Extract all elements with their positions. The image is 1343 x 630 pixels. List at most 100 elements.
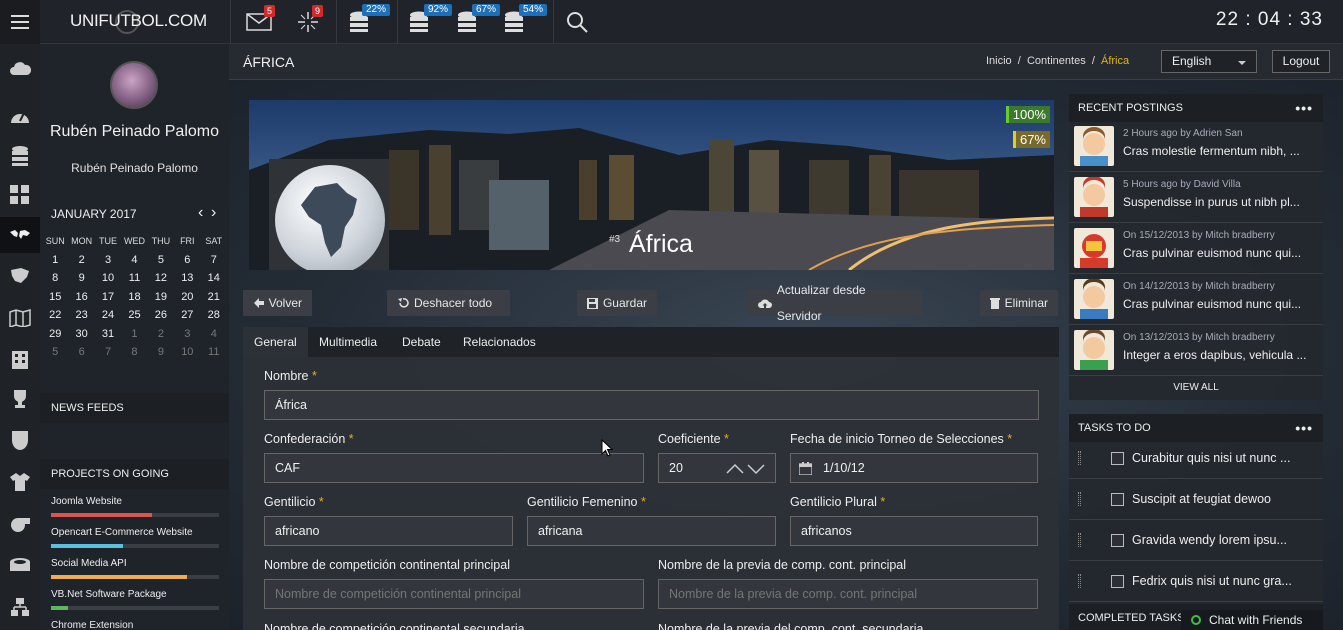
save-button[interactable]: Guardar <box>577 290 657 316</box>
project-item[interactable]: Chrome Extension <box>51 619 219 630</box>
name-input[interactable] <box>264 390 1039 420</box>
chat-with-friends-button[interactable]: Chat with Friends <box>1181 610 1323 630</box>
drag-handle-icon[interactable] <box>1078 533 1081 547</box>
calendar-day[interactable]: 26 <box>148 306 174 325</box>
tab-debate[interactable]: Debate <box>391 327 452 357</box>
calendar-day[interactable]: 6 <box>68 343 94 362</box>
calendar-day[interactable]: 15 <box>42 288 68 307</box>
rail-grid[interactable] <box>0 177 40 213</box>
back-button[interactable]: Volver <box>243 290 312 316</box>
calendar-day[interactable]: 24 <box>95 306 121 325</box>
calendar-day[interactable]: 11 <box>201 343 227 362</box>
project-item[interactable]: VB.Net Software Package <box>51 588 219 610</box>
breadcrumb-home[interactable]: Inicio <box>986 55 1012 67</box>
rail-shirt[interactable] <box>0 464 40 500</box>
calendar-day[interactable]: 1 <box>42 251 68 270</box>
calendar-day[interactable]: 20 <box>174 288 200 307</box>
database-stat-4[interactable]: 54% <box>499 4 548 36</box>
database-stat-1[interactable]: 22% <box>344 4 391 36</box>
rail-trophy[interactable] <box>0 381 40 417</box>
project-item[interactable]: Social Media API <box>51 557 219 579</box>
task-checkbox[interactable] <box>1111 452 1124 465</box>
news-feeds-header[interactable]: NEWS FEEDS <box>40 393 229 423</box>
rail-shield[interactable] <box>0 422 40 458</box>
rail-map[interactable] <box>0 300 40 336</box>
calendar-day[interactable]: 22 <box>42 306 68 325</box>
demonym-female-input[interactable] <box>527 516 776 546</box>
language-select[interactable]: English <box>1161 50 1257 73</box>
stepper-arrows-icon[interactable] <box>726 463 766 475</box>
posting-item[interactable]: 2 Hours ago by Adrien San Cras molestie … <box>1069 121 1323 172</box>
calendar-day[interactable]: 3 <box>174 325 200 344</box>
task-checkbox[interactable] <box>1111 575 1124 588</box>
calendar-day[interactable]: 9 <box>68 269 94 288</box>
calendar-day[interactable]: 10 <box>174 343 200 362</box>
drag-handle-icon[interactable] <box>1078 492 1081 506</box>
task-checkbox[interactable] <box>1111 493 1124 506</box>
calendar-day[interactable]: 31 <box>95 325 121 344</box>
rail-dashboard[interactable] <box>0 97 40 133</box>
rail-building[interactable] <box>0 340 40 376</box>
calendar-day[interactable]: 2 <box>148 325 174 344</box>
calendar-next-icon[interactable]: › <box>211 204 216 222</box>
main-preview-input[interactable] <box>658 579 1038 609</box>
task-checkbox[interactable] <box>1111 534 1124 547</box>
calendar-day[interactable]: 19 <box>148 288 174 307</box>
calendar-day[interactable]: 2 <box>68 251 94 270</box>
calendar-day[interactable]: 25 <box>121 306 147 325</box>
demonym-plural-input[interactable] <box>790 516 1038 546</box>
project-item[interactable]: Opencart E-Commerce Website <box>51 526 219 548</box>
calendar-day[interactable]: 18 <box>121 288 147 307</box>
drag-handle-icon[interactable] <box>1078 451 1081 465</box>
site-logo[interactable]: UNIFUTBOL.COM <box>70 11 207 31</box>
calendar-day[interactable]: 1 <box>121 325 147 344</box>
calendar-day[interactable]: 13 <box>174 269 200 288</box>
user-avatar[interactable] <box>110 61 158 109</box>
calendar-day[interactable]: 4 <box>201 325 227 344</box>
start-date-input[interactable]: 1/10/12 <box>790 453 1038 483</box>
rail-whistle[interactable] <box>0 506 40 542</box>
database-stat-3[interactable]: 67% <box>452 4 501 36</box>
tab-related[interactable]: Relacionados <box>452 327 547 357</box>
calendar-day[interactable]: 7 <box>95 343 121 362</box>
calendar-prev-icon[interactable]: ‹ <box>198 204 203 222</box>
projects-header[interactable]: PROJECTS ON GOING <box>40 459 229 489</box>
calendar-day[interactable]: 8 <box>121 343 147 362</box>
rail-world[interactable] <box>0 217 40 253</box>
delete-button[interactable]: Eliminar <box>980 290 1058 316</box>
drag-handle-icon[interactable] <box>1078 574 1081 588</box>
rail-network[interactable] <box>0 589 40 625</box>
alerts-button[interactable]: 9 <box>293 5 324 36</box>
calendar-day[interactable]: 7 <box>201 251 227 270</box>
tab-multimedia[interactable]: Multimedia <box>308 327 388 357</box>
calendar-day[interactable]: 14 <box>201 269 227 288</box>
view-all-link[interactable]: VIEW ALL <box>1069 382 1323 393</box>
calendar-day[interactable]: 27 <box>174 306 200 325</box>
messages-button[interactable]: 5 <box>244 5 276 36</box>
calendar-day[interactable]: 23 <box>68 306 94 325</box>
calendar-day[interactable]: 5 <box>148 251 174 270</box>
database-stat-2[interactable]: 92% <box>404 4 453 36</box>
tab-general[interactable]: General <box>243 327 308 357</box>
menu-toggle[interactable] <box>0 0 40 44</box>
search-button[interactable] <box>562 8 592 36</box>
calendar-day[interactable]: 12 <box>148 269 174 288</box>
posting-item[interactable]: 5 Hours ago by David Villa Suspendisse i… <box>1069 172 1323 223</box>
breadcrumb-continents[interactable]: Continentes <box>1027 55 1086 67</box>
confederation-input[interactable] <box>264 453 644 483</box>
posting-item[interactable]: On 15/12/2013 by Mitch bradberry Cras pu… <box>1069 223 1323 274</box>
calendar-day[interactable]: 8 <box>42 269 68 288</box>
calendar-day[interactable]: 21 <box>201 288 227 307</box>
logout-button[interactable]: Logout <box>1272 50 1330 73</box>
rail-stadium[interactable] <box>0 547 40 583</box>
calendar-day[interactable]: 29 <box>42 325 68 344</box>
calendar-day[interactable]: 30 <box>68 325 94 344</box>
more-options-icon[interactable]: ••• <box>1295 94 1313 122</box>
calendar-day[interactable]: 5 <box>42 343 68 362</box>
main-competition-input[interactable] <box>264 579 644 609</box>
rail-cloud[interactable] <box>0 50 40 86</box>
posting-item[interactable]: On 14/12/2013 by Mitch bradberry Cras pu… <box>1069 274 1323 325</box>
undo-all-button[interactable]: Deshacer todo <box>387 290 510 316</box>
calendar-day[interactable]: 28 <box>201 306 227 325</box>
calendar-day[interactable]: 3 <box>95 251 121 270</box>
